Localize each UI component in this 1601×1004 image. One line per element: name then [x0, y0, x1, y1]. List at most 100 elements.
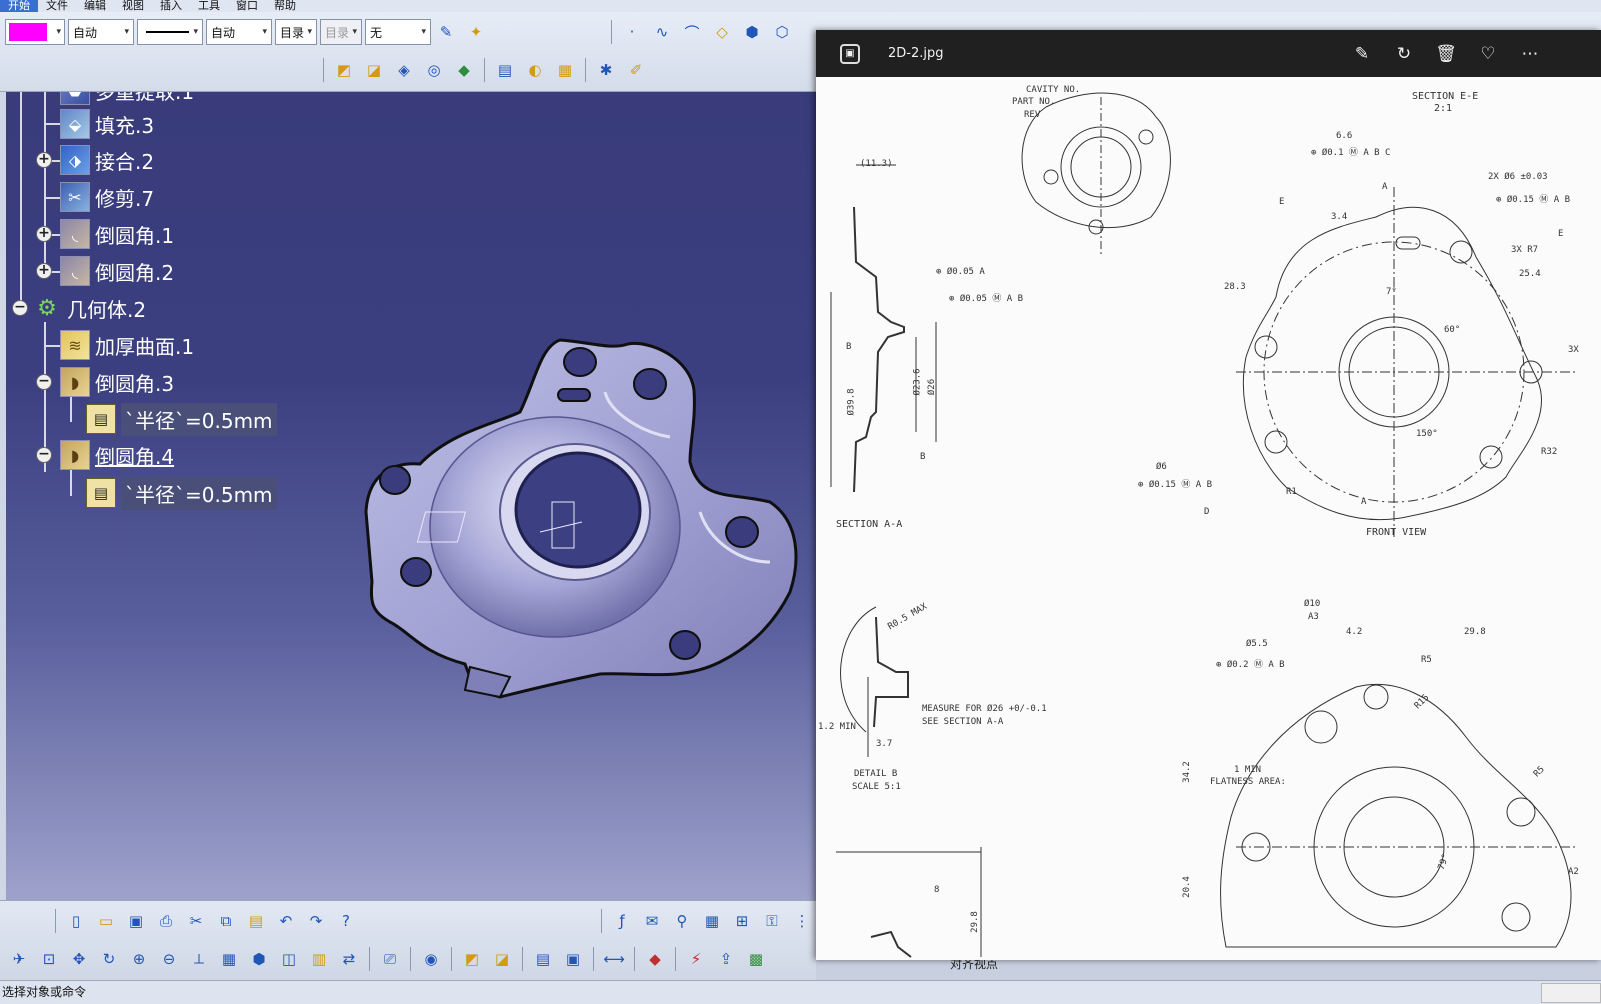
iso-view-icon[interactable]: ⬢	[247, 947, 271, 971]
swap-space-icon[interactable]: ⇄	[337, 947, 361, 971]
technical-drawing-image[interactable]: CAVITY NO. PART NO. REV SECTION E-E 2:1 …	[816, 77, 1601, 960]
menu-tools[interactable]: 工具	[190, 0, 228, 12]
section-aa-profile	[853, 206, 905, 493]
zoom-in-icon[interactable]: ⊕	[127, 947, 151, 971]
front-view-hole	[1254, 335, 1278, 359]
table-icon[interactable]: ▦	[700, 909, 724, 933]
rotate-icon[interactable]: ↻	[1393, 43, 1415, 65]
menu-insert[interactable]: 插入	[152, 0, 190, 12]
toolbar-separator	[55, 909, 56, 933]
front-view-hole	[1264, 430, 1288, 454]
fill-surface-icon[interactable]: ◎	[422, 58, 446, 82]
measure-icon[interactable]: ⟷	[602, 947, 626, 971]
revolve-surface-icon[interactable]: ◪	[362, 58, 386, 82]
normal-view-icon[interactable]: ⟂	[187, 947, 211, 971]
section-icon[interactable]: ▣	[561, 947, 585, 971]
command-input[interactable]	[1541, 983, 1601, 1003]
sketch-icon[interactable]: ✐	[624, 58, 648, 82]
drawing-text: SEE SECTION A-A	[922, 717, 1004, 727]
formula-icon[interactable]: ƒ	[610, 909, 634, 933]
menu-edit[interactable]: 编辑	[76, 0, 114, 12]
save-icon[interactable]: ▣	[124, 909, 148, 933]
spline-icon[interactable]: ∿	[650, 20, 674, 44]
line-sample	[146, 31, 190, 33]
3d-viewport[interactable]: ⬣ 多重提取.1 ⬙ 填充.3 + ⬗ 接合.2 ✂ 修剪.7 + ◟ 倒圆角.…	[0, 92, 816, 900]
menu-window[interactable]: 窗口	[228, 0, 266, 12]
view-mode-icon[interactable]: ◫	[277, 947, 301, 971]
new-file-icon[interactable]: ▯	[64, 909, 88, 933]
analysis-icon[interactable]: ✱	[594, 58, 618, 82]
menu-view[interactable]: 视图	[114, 0, 152, 12]
undo-icon[interactable]: ↶	[274, 909, 298, 933]
comment-icon[interactable]: ✉	[640, 909, 664, 933]
none-select[interactable]: 无 ▾	[365, 19, 431, 45]
surface-analysis-icon[interactable]: ◩	[460, 947, 484, 971]
layer-select[interactable]: 目录 ▾	[275, 19, 317, 45]
lineweight-value: 自动	[211, 25, 236, 40]
drawing-text: PART NO.	[1012, 97, 1056, 107]
color-picker[interactable]: ▾	[5, 19, 65, 45]
update-icon[interactable]: ⚡	[684, 947, 708, 971]
delete-icon[interactable]: 🗑	[1435, 43, 1457, 65]
split-icon[interactable]: ◐	[523, 58, 547, 82]
lock-icon[interactable]: ⚿	[760, 909, 784, 933]
whats-this-icon[interactable]: ?	[334, 909, 358, 933]
material-icon[interactable]: ◆	[643, 947, 667, 971]
redo-icon[interactable]: ↷	[304, 909, 328, 933]
fit-all-icon[interactable]: ⊡	[37, 947, 61, 971]
lineweight-select[interactable]: 自动 ▾	[206, 19, 272, 45]
transparency-select[interactable]: 自动 ▾	[68, 19, 134, 45]
drawing-text: 1.2 MIN	[818, 722, 856, 732]
format-painter-icon[interactable]: ✎	[434, 20, 458, 44]
grid-icon[interactable]: ▤	[531, 947, 555, 971]
multi-view-icon[interactable]: ▦	[217, 947, 241, 971]
drawing-text: 20.4	[1181, 876, 1192, 898]
copy-icon[interactable]: ⧉	[214, 909, 238, 933]
tree-icon[interactable]: ⊞	[730, 909, 754, 933]
map-icon[interactable]: ▩	[744, 947, 768, 971]
arc-icon[interactable]: ⌒	[680, 20, 704, 44]
sweep-icon[interactable]: ◈	[392, 58, 416, 82]
extrude-surface-icon[interactable]: ◩	[332, 58, 356, 82]
light-icon[interactable]: ✦	[464, 20, 488, 44]
menu-start[interactable]: 开始	[0, 0, 38, 12]
join-icon[interactable]: ▤	[493, 58, 517, 82]
eraser-icon[interactable]: ◇	[710, 20, 734, 44]
toolbar-separator	[611, 20, 612, 44]
link-icon[interactable]: ⚲	[670, 909, 694, 933]
front-view-hole	[1479, 445, 1503, 469]
edit-image-icon[interactable]: ✎	[1351, 43, 1373, 65]
draft-analysis-icon[interactable]: ◪	[490, 947, 514, 971]
hide-show-icon[interactable]: ▥	[307, 947, 331, 971]
point-icon[interactable]: ·	[620, 20, 644, 44]
cut-icon[interactable]: ✂	[184, 909, 208, 933]
cube-rotate-icon[interactable]: ⬡	[770, 20, 794, 44]
favorite-icon[interactable]: ♡	[1477, 43, 1499, 65]
multi-section-icon[interactable]: ◆	[452, 58, 476, 82]
pan-icon[interactable]: ✥	[67, 947, 91, 971]
open-folder-icon[interactable]: ▭	[94, 909, 118, 933]
chevron-down-icon: ▾	[262, 27, 267, 37]
more-options-icon[interactable]: ⋯	[1519, 43, 1541, 65]
rotate-icon[interactable]: ↻	[97, 947, 121, 971]
menu-help[interactable]: 帮助	[266, 0, 304, 12]
thicken-icon[interactable]: ▦	[553, 58, 577, 82]
surface-toolbar: ◩ ◪ ◈ ◎ ◆ ▤ ◐ ▦ ✱ ✐	[318, 52, 651, 88]
drawing-linework	[830, 92, 1576, 958]
print-icon[interactable]: ⎙	[154, 909, 178, 933]
drawing-text: 3.4	[1331, 212, 1348, 222]
part-model[interactable]	[0, 92, 816, 900]
menu-file[interactable]: 文件	[38, 0, 76, 12]
linetype-select[interactable]: ▾	[137, 19, 203, 45]
publish-icon[interactable]: ⇪	[714, 947, 738, 971]
cube-view-icon[interactable]: ⬢	[740, 20, 764, 44]
macro-icon[interactable]: ⋮	[790, 909, 814, 933]
slot-hole	[557, 388, 591, 402]
capture-icon[interactable]: ⎚	[378, 947, 402, 971]
paste-icon[interactable]: ▤	[244, 909, 268, 933]
fly-mode-icon[interactable]: ✈	[7, 947, 31, 971]
zoom-out-icon[interactable]: ⊖	[157, 947, 181, 971]
camera-icon[interactable]: ◉	[419, 947, 443, 971]
mount-hole	[669, 630, 701, 660]
front-view-outline	[1242, 206, 1542, 521]
